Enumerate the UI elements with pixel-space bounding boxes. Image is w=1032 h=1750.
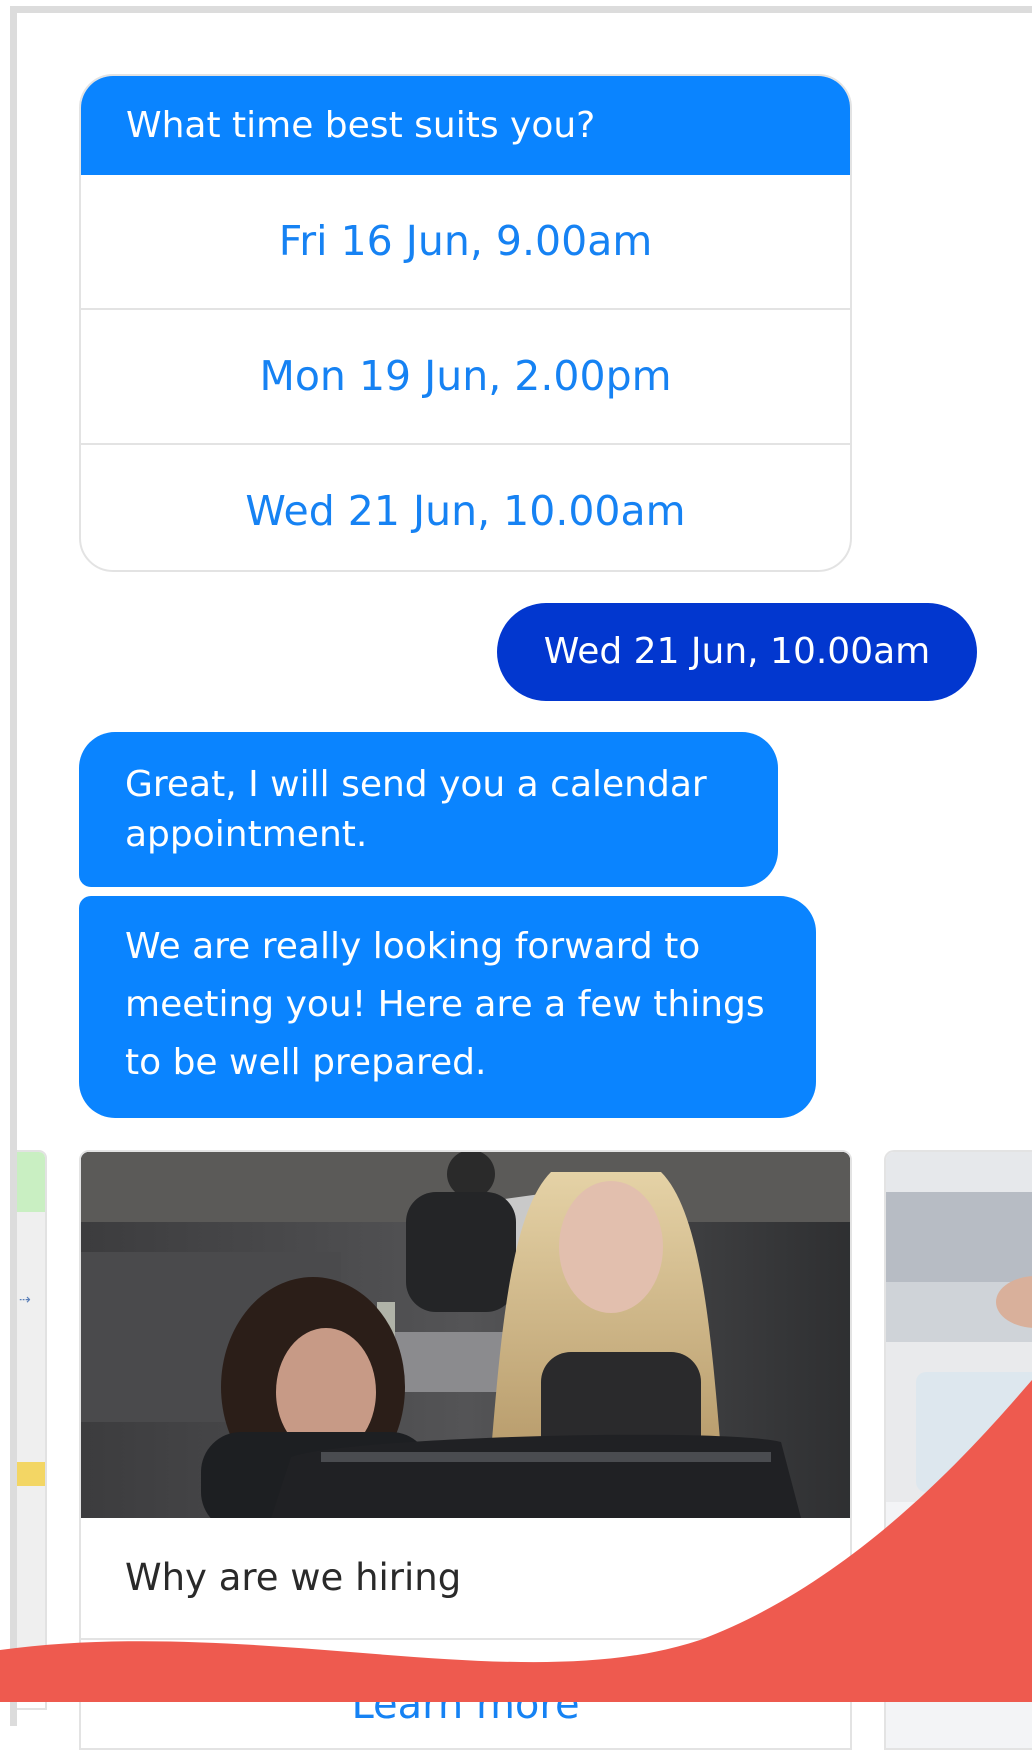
quick-reply-option-wed[interactable]: Wed 21 Jun, 10.00am [81,443,850,570]
learn-more-link[interactable]: Learn more [81,1640,850,1748]
carousel-card-previous[interactable]: ⇢ [17,1150,47,1710]
quick-reply-option-mon[interactable]: Mon 19 Jun, 2.00pm [81,308,850,443]
card-thumbnail-fragment [17,1212,45,1668]
card-photo-keyboard [886,1152,1032,1748]
bot-message-bubble: Great, I will send you a calendar appoin… [79,732,778,887]
user-message-bubble: Wed 21 Jun, 10.00am [497,603,977,701]
carousel-card-next[interactable] [884,1150,1032,1750]
quick-reply-card: What time best suits you? Fri 16 Jun, 9.… [79,74,852,572]
card-thumbnail-fragment [17,1152,45,1212]
card-thumbnail-fragment [17,1462,45,1486]
bot-message-bubble: We are really looking forward to meeting… [79,896,816,1118]
carousel-card[interactable]: Why are we hiring Learn more [79,1150,852,1750]
card-photo-two-women-at-computer [81,1152,850,1518]
arrow-right-icon: ⇢ [19,1292,31,1308]
card-title: Why are we hiring [81,1518,850,1640]
quick-reply-option-fri[interactable]: Fri 16 Jun, 9.00am [81,175,850,308]
quick-reply-question: What time best suits you? [81,76,850,175]
